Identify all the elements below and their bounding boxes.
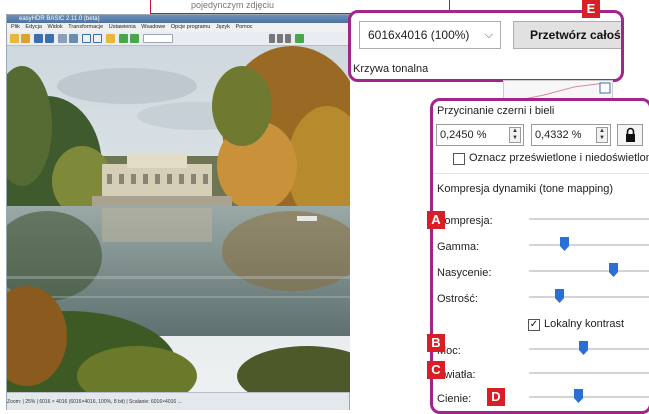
zoom-in-icon[interactable] [277,34,283,43]
folder-icon[interactable] [21,34,30,43]
chevron-down-icon: ⌵ [484,29,493,41]
menu-language[interactable]: Język [216,24,230,30]
status-bar: Zoom: | 25% | 6016 × 4016 (6016×4016, 10… [7,392,349,410]
clipping-header: Przycinanie czerni i bieli [437,105,555,117]
spin-arrows-icon[interactable]: ▲ ▼ [509,127,521,143]
mark-clipped-label: Oznacz prześwietlone i niedoświetlone [469,152,649,164]
slider-thumb-shadows[interactable] [574,389,583,403]
slider-label-gamma: Gamma: [437,241,480,253]
tone-curve-label: Krzywa tonalna [353,63,429,75]
slider-track-power[interactable] [529,348,649,350]
slider-track-shadows[interactable] [529,396,649,398]
slider-track-highlights[interactable] [529,372,649,374]
refresh-icon[interactable] [295,34,304,43]
slider-label-compression: Kompresja: [437,215,493,227]
badge-d: D [487,388,505,406]
fit-icon[interactable] [269,34,275,43]
menu-help[interactable]: Pomoc [235,24,252,30]
local-contrast-label: Lokalny kontrast [544,318,625,330]
zoom-combo[interactable] [143,34,173,43]
crop-icon[interactable] [82,34,91,43]
menu-settings[interactable]: Ustawienia [109,24,136,30]
palace-lake-photo [7,46,350,392]
badge-a: A [427,211,445,229]
brush-icon[interactable] [106,34,115,43]
black-clip-input[interactable]: 0,2450 % ▲ ▼ [436,124,524,146]
slider-label-shadows: Cienie: [437,393,472,405]
slider-track-sharpness[interactable] [529,296,649,298]
app-window: easyHDR BASIC 2.11.0 (beta) Plik Edycja … [6,14,350,410]
menu-bar: Plik Edycja Widok Transformacje Ustawien… [7,23,349,32]
badge-b: B [427,334,445,352]
zoom-select[interactable]: 6016x4016 (100%) ⌵ [359,21,501,49]
slider-thumb-saturation[interactable] [609,263,618,277]
title-bar: easyHDR BASIC 2.11.0 (beta) [7,15,349,23]
menu-transform[interactable]: Transformacje [68,24,103,30]
badge-c: C [427,361,445,379]
menu-view[interactable]: Widok [47,24,62,30]
menu-edit[interactable]: Edycja [25,24,42,30]
menu-batch[interactable]: Wsadowe [141,24,165,30]
slider-track-compression[interactable] [529,218,649,220]
lock-icon [626,127,635,142]
adjustments-panel: Przycinanie czerni i bieli 0,2450 % ▲ ▼ 0… [430,98,649,414]
slider-label-sharpness: Ostrość: [437,293,478,305]
histogram-icon[interactable] [119,34,128,43]
local-contrast-checkbox[interactable]: ✓ [528,319,540,331]
photo-preview[interactable] [7,46,350,392]
badge-e: E [582,0,600,18]
black-clip-value: 0,2450 % [440,129,487,141]
slider-track-gamma[interactable] [529,244,649,246]
frame-icon[interactable] [93,34,102,43]
menu-file[interactable]: Plik [11,24,20,30]
menu-options[interactable]: Opcje programu [171,24,210,30]
open-icon[interactable] [10,34,19,43]
white-clip-input[interactable]: 0,4332 % ▲ ▼ [531,124,611,146]
save-as-icon[interactable] [45,34,54,43]
mark-clipped-checkbox[interactable] [453,153,465,165]
slider-thumb-power[interactable] [579,341,588,355]
merge-icon[interactable] [130,34,139,43]
spin-arrows-icon[interactable]: ▲ ▼ [596,127,608,143]
print-icon[interactable] [58,34,67,43]
toolbar [7,32,349,46]
batch-icon[interactable] [69,34,78,43]
processing-panel: 6016x4016 (100%) ⌵ Przetwórz całość Krzy… [348,10,624,82]
slider-thumb-gamma[interactable] [560,237,569,251]
divider [433,173,649,174]
save-icon[interactable] [34,34,43,43]
tone-mapping-header: Kompresja dynamiki (tone mapping) [437,183,614,195]
slider-track-saturation[interactable] [529,270,649,272]
white-clip-value: 0,4332 % [535,129,582,141]
process-all-button[interactable]: Przetwórz całość [513,21,621,49]
lock-button[interactable] [617,124,643,146]
slider-thumb-sharpness[interactable] [555,289,564,303]
zoom-select-value: 6016x4016 (100%) [368,28,470,42]
slider-label-saturation: Nasycenie: [437,267,492,279]
zoom-out-icon[interactable] [285,34,291,43]
